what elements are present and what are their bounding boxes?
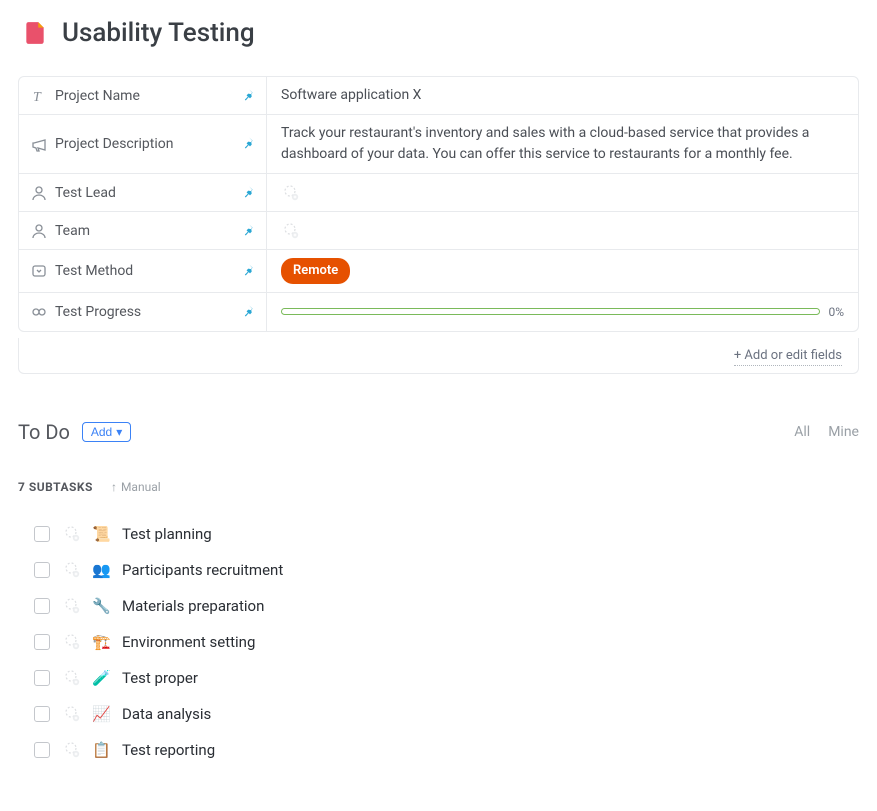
task-row[interactable]: 📜 Test planning (34, 516, 859, 552)
field-label[interactable]: Team (19, 212, 267, 249)
task-title: Materials preparation (122, 597, 264, 615)
text-icon (31, 88, 47, 104)
task-title: Test planning (122, 525, 212, 543)
task-title: Data analysis (122, 705, 211, 723)
task-list: 📜 Test planning 👥 Participants recruitment 🔧… (18, 516, 859, 768)
field-row: Project Description Track your restaurant… (19, 115, 858, 174)
pin-icon[interactable] (244, 185, 256, 200)
field-row: Team (19, 212, 858, 250)
task-checkbox[interactable] (34, 742, 50, 758)
page-title: Usability Testing (62, 18, 255, 48)
add-edit-fields[interactable]: + Add or edit fields (18, 338, 859, 374)
task-checkbox[interactable] (34, 526, 50, 542)
fields-table: Project NameSoftware application XProjec… (18, 76, 859, 332)
assignee-placeholder-icon[interactable] (62, 633, 80, 651)
task-emoji-icon: 📋 (92, 741, 110, 759)
progress-bar (281, 308, 820, 315)
field-label[interactable]: Test Progress (19, 293, 267, 331)
filter-all[interactable]: All (794, 424, 810, 440)
pin-icon[interactable] (244, 223, 256, 238)
task-row[interactable]: 📈 Data analysis (34, 696, 859, 732)
subtask-count: 7 SUBTASKS (18, 480, 93, 494)
add-button[interactable]: Add ▾ (82, 422, 131, 442)
task-title: Test reporting (122, 741, 215, 759)
progress-percent: 0% (828, 303, 844, 321)
todo-filters: All Mine (794, 424, 859, 440)
assignee-placeholder-icon[interactable] (62, 561, 80, 579)
pin-icon[interactable] (244, 137, 256, 152)
progress-icon (31, 304, 47, 320)
assignee-placeholder-icon[interactable] (62, 741, 80, 759)
field-value[interactable]: Software application X (267, 77, 858, 114)
task-checkbox[interactable] (34, 562, 50, 578)
field-label[interactable]: Project Description (19, 115, 267, 173)
field-value[interactable]: 0% (267, 293, 858, 331)
field-value[interactable] (267, 174, 858, 211)
assignee-placeholder-icon[interactable] (281, 222, 299, 240)
person-icon (31, 185, 47, 201)
task-emoji-icon: 📜 (92, 525, 110, 543)
task-emoji-icon: 🔧 (92, 597, 110, 615)
field-label-text: Team (55, 223, 90, 239)
field-label-text: Test Progress (55, 304, 141, 320)
task-title: Environment setting (122, 633, 255, 651)
todo-header: To Do Add ▾ All Mine (18, 420, 859, 444)
field-label[interactable]: Test Method (19, 250, 267, 292)
field-label[interactable]: Test Lead (19, 174, 267, 211)
task-row[interactable]: 👥 Participants recruitment (34, 552, 859, 588)
task-row[interactable]: 🧪 Test proper (34, 660, 859, 696)
field-label-text: Test Lead (55, 185, 116, 201)
field-value[interactable] (267, 212, 858, 249)
task-emoji-icon: 📈 (92, 705, 110, 723)
field-row: Test Progress 0% (19, 293, 858, 331)
field-row: Test Lead (19, 174, 858, 212)
task-emoji-icon: 🏗️ (92, 633, 110, 651)
chevron-down-icon: ▾ (116, 425, 122, 439)
task-row[interactable]: 📋 Test reporting (34, 732, 859, 768)
field-value[interactable]: Track your restaurant's inventory and sa… (267, 115, 858, 173)
subtask-meta: 7 SUBTASKS ↑ Manual (18, 480, 859, 494)
page-header: Usability Testing (18, 18, 859, 48)
arrow-up-icon: ↑ (111, 480, 117, 494)
task-checkbox[interactable] (34, 706, 50, 722)
sort-control[interactable]: ↑ Manual (111, 480, 161, 494)
field-value[interactable]: Remote (267, 250, 858, 292)
field-row: Project Name Software application X (19, 77, 858, 115)
todo-title: To Do (18, 420, 70, 444)
document-icon (22, 20, 48, 46)
field-label-text: Project Name (55, 88, 140, 104)
megaphone-icon (31, 136, 47, 152)
pin-icon[interactable] (244, 263, 256, 278)
assignee-placeholder-icon[interactable] (62, 525, 80, 543)
task-row[interactable]: 🔧 Materials preparation (34, 588, 859, 624)
field-label-text: Test Method (55, 263, 133, 279)
task-title: Test proper (122, 669, 198, 687)
task-checkbox[interactable] (34, 598, 50, 614)
task-emoji-icon: 🧪 (92, 669, 110, 687)
pin-icon[interactable] (244, 88, 256, 103)
field-label[interactable]: Project Name (19, 77, 267, 114)
task-checkbox[interactable] (34, 634, 50, 650)
filter-mine[interactable]: Mine (828, 424, 859, 440)
assignee-placeholder-icon[interactable] (62, 705, 80, 723)
task-title: Participants recruitment (122, 561, 283, 579)
assignee-placeholder-icon[interactable] (62, 597, 80, 615)
field-row: Test Method Remote (19, 250, 858, 293)
person-icon (31, 223, 47, 239)
assignee-placeholder-icon[interactable] (281, 184, 299, 202)
pin-icon[interactable] (244, 304, 256, 319)
dropdown-icon (31, 263, 47, 279)
tag-badge[interactable]: Remote (281, 258, 350, 284)
task-row[interactable]: 🏗️ Environment setting (34, 624, 859, 660)
field-label-text: Project Description (55, 136, 173, 152)
task-checkbox[interactable] (34, 670, 50, 686)
task-emoji-icon: 👥 (92, 561, 110, 579)
assignee-placeholder-icon[interactable] (62, 669, 80, 687)
